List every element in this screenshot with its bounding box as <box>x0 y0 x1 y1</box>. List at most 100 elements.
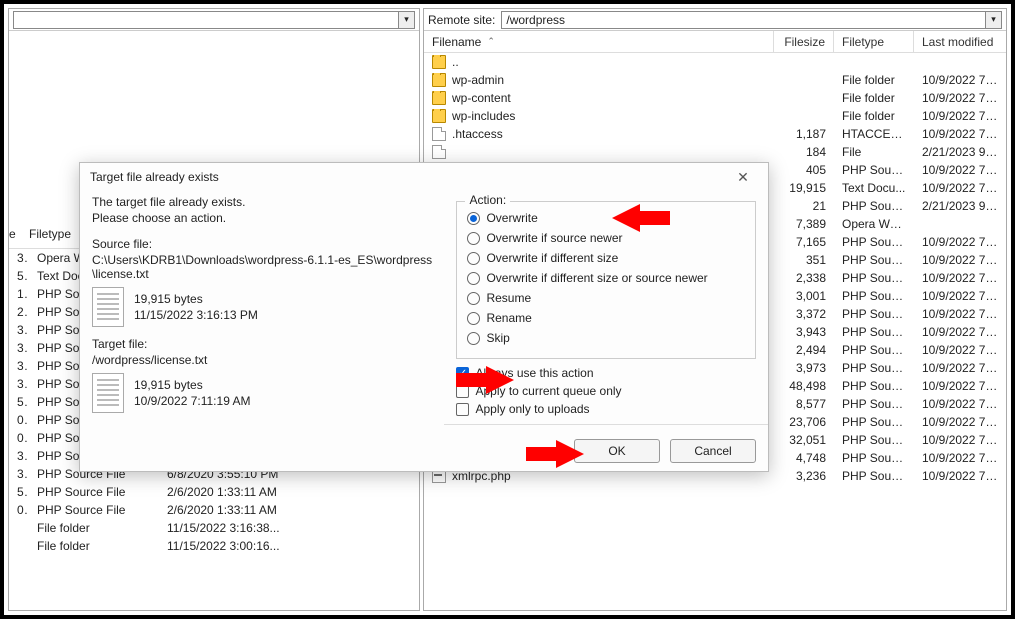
file-modified: 10/9/2022 7:11:... <box>914 163 1006 177</box>
local-site-bar: ▾ <box>9 9 419 31</box>
radio-overwrite[interactable]: Overwrite <box>467 208 745 228</box>
file-size-tail: 35 <box>9 359 29 373</box>
ok-button[interactable]: OK <box>574 439 660 463</box>
file-modified: 2/21/2023 9:55:... <box>914 145 1006 159</box>
file-type: File <box>834 145 914 159</box>
radio-icon <box>467 252 480 265</box>
file-size-tail: 50 <box>9 395 29 409</box>
file-size: 3,943 <box>774 325 834 339</box>
target-path: /wordpress/license.txt <box>92 353 436 367</box>
remote-col-filesize[interactable]: Filesize <box>774 31 834 52</box>
radio-icon <box>467 292 480 305</box>
check-uploads-only[interactable]: Apply only to uploads <box>456 400 756 418</box>
file-icon <box>432 145 446 159</box>
file-type: PHP Sourc... <box>834 415 914 429</box>
file-type: PHP Sourc... <box>834 307 914 321</box>
file-size: 3,001 <box>774 289 834 303</box>
table-row[interactable]: File folder11/15/2022 3:00:16... <box>9 537 419 555</box>
file-size-tail: 1 <box>9 287 29 301</box>
file-modified: 10/9/2022 7:11:... <box>914 289 1006 303</box>
radio-overwrite-diffsize[interactable]: Overwrite if different size <box>467 248 745 268</box>
file-type: PHP Sourc... <box>834 163 914 177</box>
chevron-down-icon: ▾ <box>404 14 409 25</box>
source-time: 11/15/2022 3:16:13 PM <box>134 308 258 322</box>
radio-icon <box>467 272 480 285</box>
file-size: 3,973 <box>774 361 834 375</box>
table-row[interactable]: 51PHP Source File2/6/2020 1:33:11 AM <box>9 483 419 501</box>
file-size-tail: 51 <box>9 485 29 499</box>
source-path: C:\Users\KDRB1\Downloads\wordpress-6.1.1… <box>92 253 436 281</box>
check-queue-only[interactable]: Apply to current queue only <box>456 382 756 400</box>
file-modified: 10/9/2022 7:11:... <box>914 307 1006 321</box>
check-always[interactable]: ✓Always use this action <box>456 364 756 382</box>
target-time: 10/9/2022 7:11:19 AM <box>134 394 251 408</box>
folder-icon <box>432 55 446 69</box>
file-name: .. <box>452 55 459 69</box>
file-size: 8,577 <box>774 397 834 411</box>
table-row[interactable]: wp-contentFile folder10/9/2022 7:24:... <box>424 89 1006 107</box>
radio-icon <box>467 312 480 325</box>
file-size-tail: 37 <box>9 323 29 337</box>
file-type: PHP Sourc... <box>834 379 914 393</box>
remote-site-bar: Remote site: ▾ <box>424 9 1006 31</box>
file-size-tail: 5 <box>9 269 29 283</box>
remote-col-filetype[interactable]: Filetype <box>834 31 914 52</box>
local-path-input[interactable] <box>13 11 399 29</box>
file-modified: 10/9/2022 7:11:... <box>914 181 1006 195</box>
table-row[interactable]: .htaccess1,187HTACCESS ...10/9/2022 7:11… <box>424 125 1006 143</box>
file-modified: 2/6/2020 1:33:11 AM <box>159 503 419 517</box>
file-modified: 2/6/2020 1:33:11 AM <box>159 485 419 499</box>
file-type: File folder <box>29 521 159 535</box>
file-type: Text Docu... <box>834 181 914 195</box>
file-name: wp-includes <box>452 109 515 123</box>
radio-overwrite-diffornewer[interactable]: Overwrite if different size or source ne… <box>467 268 745 288</box>
file-size: 19,915 <box>774 181 834 195</box>
file-type: PHP Sourc... <box>834 343 914 357</box>
file-type: File folder <box>834 73 914 87</box>
remote-path-dropdown[interactable]: ▾ <box>986 11 1002 29</box>
file-modified: 10/9/2022 7:11:... <box>914 433 1006 447</box>
close-icon[interactable]: ✕ <box>728 169 758 186</box>
local-col-size-tail[interactable]: e <box>9 227 29 248</box>
file-type: PHP Source File <box>29 503 159 517</box>
file-size: 23,706 <box>774 415 834 429</box>
radio-resume[interactable]: Resume <box>467 288 745 308</box>
target-label: Target file: <box>92 337 436 351</box>
file-type: PHP Sourc... <box>834 271 914 285</box>
table-row[interactable]: 05PHP Source File2/6/2020 1:33:11 AM <box>9 501 419 519</box>
cancel-button[interactable]: Cancel <box>670 439 756 463</box>
file-size-tail: 36 <box>9 467 29 481</box>
file-type: PHP Sourc... <box>834 325 914 339</box>
checkbox-icon <box>456 403 469 416</box>
radio-skip[interactable]: Skip <box>467 328 745 348</box>
file-modified: 10/9/2022 7:11:... <box>914 271 1006 285</box>
file-modified: 10/9/2022 7:11:... <box>914 253 1006 267</box>
table-row[interactable]: 184File2/21/2023 9:55:... <box>424 143 1006 161</box>
checkbox-icon <box>456 385 469 398</box>
radio-rename[interactable]: Rename <box>467 308 745 328</box>
file-size-tail: 05 <box>9 503 29 517</box>
file-icon <box>432 127 446 141</box>
file-modified: 10/9/2022 7:11:... <box>914 325 1006 339</box>
file-type: PHP Sourc... <box>834 433 914 447</box>
file-type: PHP Sourc... <box>834 397 914 411</box>
table-row[interactable]: .. <box>424 53 1006 71</box>
radio-overwrite-newer[interactable]: Overwrite if source newer <box>467 228 745 248</box>
radio-icon <box>467 332 480 345</box>
file-type: PHP Sourc... <box>834 199 914 213</box>
file-size: 32,051 <box>774 433 834 447</box>
table-row[interactable]: wp-adminFile folder10/9/2022 7:11:... <box>424 71 1006 89</box>
file-size: 351 <box>774 253 834 267</box>
remote-col-filename[interactable]: Filename⌃ <box>424 31 774 52</box>
file-size: 2,494 <box>774 343 834 357</box>
dialog-titlebar[interactable]: Target file already exists ✕ <box>80 163 768 191</box>
table-row[interactable]: File folder11/15/2022 3:16:38... <box>9 519 419 537</box>
file-size: 1,187 <box>774 127 834 141</box>
remote-path-input[interactable] <box>501 11 986 29</box>
file-type: PHP Sourc... <box>834 253 914 267</box>
remote-col-modified[interactable]: Last modified <box>914 31 1006 52</box>
folder-icon <box>432 73 446 87</box>
local-path-dropdown[interactable]: ▾ <box>399 11 415 29</box>
table-row[interactable]: wp-includesFile folder10/9/2022 7:11:... <box>424 107 1006 125</box>
file-modified: 10/9/2022 7:11:... <box>914 361 1006 375</box>
